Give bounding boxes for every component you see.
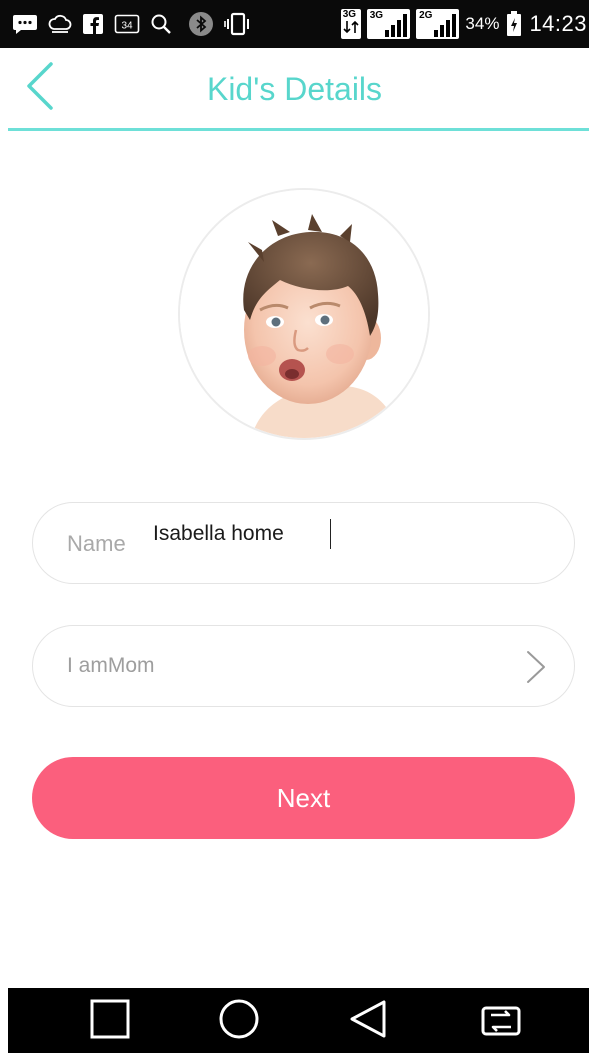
chevron-right-icon <box>522 648 550 686</box>
home-button[interactable] <box>199 988 279 1053</box>
network-type-2: 3G <box>369 10 384 21</box>
role-selector[interactable]: I amMom <box>32 625 575 707</box>
status-right-icons: 3G 3G 2G 34% 14:23 <box>340 0 587 48</box>
battery-icon <box>505 10 523 38</box>
app-header: Kid's Details <box>0 48 589 130</box>
back-nav-button[interactable] <box>328 988 408 1053</box>
name-field[interactable]: Name <box>32 502 575 584</box>
recents-button[interactable] <box>70 988 150 1053</box>
header-divider <box>8 128 589 131</box>
status-left-icons: 34 <box>12 0 252 48</box>
network-type-3: 2G <box>419 10 433 21</box>
status-bar: 34 3G 3G 2G 34% 14:23 <box>0 0 589 48</box>
search-icon <box>150 13 172 35</box>
bluetooth-icon <box>188 11 214 37</box>
text-caret <box>330 519 331 549</box>
avatar-image <box>180 190 428 438</box>
role-value: I amMom <box>67 654 155 677</box>
back-button[interactable] <box>18 60 62 116</box>
signal-icon: 2G <box>416 9 460 39</box>
signal-icon: 3G <box>366 9 411 39</box>
calendar-icon: 34 <box>114 13 140 35</box>
cloud-icon <box>48 13 72 35</box>
kid-avatar[interactable] <box>178 188 430 440</box>
screen-switch-icon <box>479 999 523 1043</box>
chevron-left-icon <box>25 61 55 115</box>
clock-time: 14:23 <box>529 11 587 36</box>
message-icon <box>12 12 38 36</box>
calendar-day: 34 <box>121 21 133 32</box>
home-circle-icon <box>218 998 260 1044</box>
recents-square-icon <box>90 999 130 1043</box>
name-input[interactable] <box>153 517 523 551</box>
back-triangle-icon <box>348 999 388 1043</box>
battery-percent: 34% <box>465 14 500 33</box>
next-button[interactable]: Next <box>32 757 575 839</box>
facebook-icon <box>82 13 104 35</box>
vibrate-icon <box>224 11 252 37</box>
screen-switch-button[interactable] <box>461 988 541 1053</box>
data-transfer-icon: 3G <box>340 9 361 39</box>
name-label: Name <box>67 531 126 556</box>
system-nav-bar <box>8 988 589 1053</box>
page-title: Kid's Details <box>206 70 383 107</box>
network-type-1: 3G <box>342 9 357 20</box>
